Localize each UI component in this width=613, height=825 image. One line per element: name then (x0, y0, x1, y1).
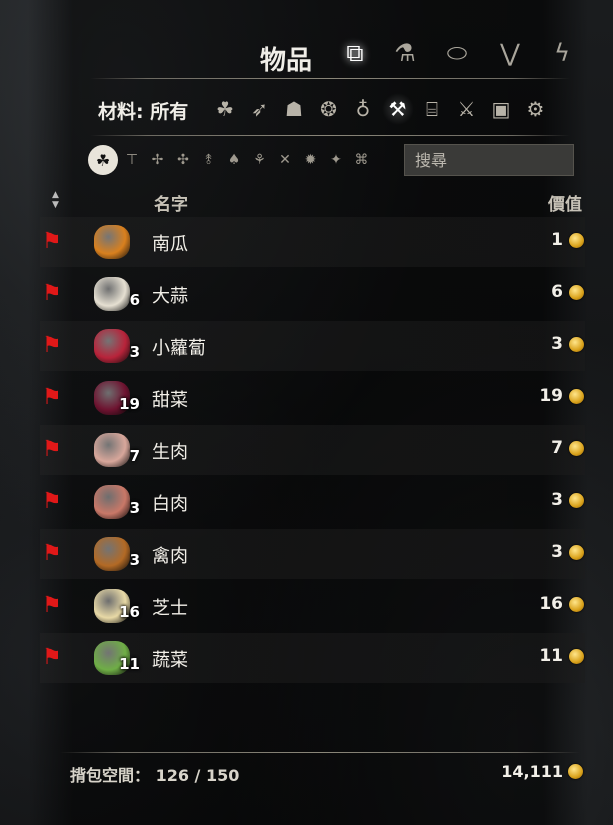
inventory-row[interactable]: ⚑ 11 蔬菜 11 (40, 633, 585, 683)
gold-coin-icon (568, 764, 583, 779)
inventory-row[interactable]: ⚑ 南瓜 1 (40, 217, 585, 267)
item-value: 1 (551, 230, 563, 250)
item-name: 南瓜 (152, 234, 188, 255)
herb-icon[interactable]: ✢ (146, 148, 170, 172)
category-title: 物品 (260, 46, 313, 76)
inventory-capacity: 揹包空間： 126 / 150 (70, 766, 240, 785)
blades-icon[interactable]: ⋁ (490, 33, 530, 73)
scroll-icon[interactable]: ⌸ (416, 93, 448, 125)
gold-coin-icon (569, 545, 584, 560)
item-value: 3 (551, 490, 563, 510)
divider (90, 135, 570, 136)
item-name: 小蘿蔔 (152, 338, 206, 359)
sort-toggle-icon[interactable]: ▲ ▼ (52, 190, 59, 210)
item-value: 11 (539, 646, 563, 666)
rope-icon[interactable]: ❂ (313, 93, 345, 125)
junk-icon[interactable]: ⌘ (350, 148, 374, 172)
crafting-hammer-icon[interactable]: ⚒ (381, 93, 414, 125)
item-quantity: 6 (129, 291, 140, 309)
red-tag-icon[interactable]: ⚑ (42, 281, 76, 307)
item-quantity: 11 (119, 655, 140, 673)
red-tag-icon[interactable]: ⚑ (42, 333, 76, 359)
red-tag-icon[interactable]: ⚑ (42, 645, 76, 671)
gold-coin-icon (569, 285, 584, 300)
column-header-value[interactable]: 價值 (548, 190, 582, 215)
torch-icon[interactable]: ⥉ (197, 148, 221, 172)
lightning-icon[interactable]: ϟ (542, 33, 582, 73)
gold-coin-icon (569, 389, 584, 404)
item-value: 3 (551, 542, 563, 562)
item-value: 16 (539, 594, 563, 614)
inventory-row[interactable]: ⚑ 6 大蒜 6 (40, 269, 585, 319)
gold-coin-icon (569, 597, 584, 612)
gem-icon[interactable]: ✹ (299, 148, 323, 172)
item-value: 6 (551, 282, 563, 302)
inventory-row[interactable]: ⚑ 7 生肉 7 (40, 425, 585, 475)
item-value: 7 (551, 438, 563, 458)
triquetra-icon[interactable]: ☘ (209, 93, 241, 125)
divider (90, 78, 570, 79)
item-quantity: 16 (119, 603, 140, 621)
cube-stack-icon[interactable]: ⧉ (335, 33, 375, 73)
potion-icon[interactable]: ♁ (347, 93, 379, 125)
all-materials-icon[interactable]: ☘ (88, 145, 118, 175)
item-name: 蔬菜 (152, 650, 188, 671)
item-name: 大蒜 (152, 286, 188, 307)
flask-icon[interactable]: ⚗ (385, 33, 425, 73)
bow-icon[interactable]: ➶ (244, 93, 276, 125)
inventory-row[interactable]: ⚑ 3 禽肉 3 (40, 529, 585, 579)
red-tag-icon[interactable]: ⚑ (42, 437, 76, 463)
pumpkin-icon (94, 225, 130, 259)
item-quantity: 3 (129, 551, 140, 569)
filter-label: 材料: 所有 (98, 101, 189, 123)
mushroom-icon[interactable]: ♠ (222, 148, 246, 172)
shield-icon[interactable]: ⬭ (437, 33, 477, 73)
flower-icon[interactable]: ⚘ (248, 148, 272, 172)
red-tag-icon[interactable]: ⚑ (42, 385, 76, 411)
item-quantity: 3 (129, 343, 140, 361)
item-value: 3 (551, 334, 563, 354)
divider (60, 752, 580, 753)
gold-coin-icon (569, 649, 584, 664)
red-tag-icon[interactable]: ⚑ (42, 541, 76, 567)
item-name: 禽肉 (152, 546, 188, 567)
sword-bone-icon[interactable]: ⚔ (451, 93, 483, 125)
search-input[interactable] (404, 144, 574, 176)
hood-icon[interactable]: ☗ (278, 93, 310, 125)
item-quantity: 3 (129, 499, 140, 517)
sparkle-icon[interactable]: ✦ (324, 148, 348, 172)
item-name: 芝士 (152, 598, 188, 619)
blocks-icon[interactable]: ▣ (485, 93, 517, 125)
item-name: 白肉 (152, 494, 188, 515)
anvil-icon[interactable]: ⊤ (120, 148, 144, 172)
gold-coin-icon (569, 493, 584, 508)
gold-coin-icon (569, 233, 584, 248)
gears-icon[interactable]: ⚙ (520, 93, 552, 125)
inventory-row[interactable]: ⚑ 19 甜菜 19 (40, 373, 585, 423)
crossed-tools-icon[interactable]: ✕ (273, 148, 297, 172)
gold-coin-icon (569, 441, 584, 456)
plant-icon[interactable]: ✣ (171, 148, 195, 172)
item-name: 生肉 (152, 442, 188, 463)
gold-total: 14,111 (501, 762, 563, 781)
inventory-row[interactable]: ⚑ 3 白肉 3 (40, 477, 585, 527)
red-tag-icon[interactable]: ⚑ (42, 489, 76, 515)
item-value: 19 (539, 386, 563, 406)
inventory-row[interactable]: ⚑ 3 小蘿蔔 3 (40, 321, 585, 371)
item-name: 甜菜 (152, 390, 188, 411)
gold-coin-icon (569, 337, 584, 352)
item-quantity: 7 (129, 447, 140, 465)
red-tag-icon[interactable]: ⚑ (42, 229, 76, 255)
item-quantity: 19 (119, 395, 140, 413)
inventory-row[interactable]: ⚑ 16 芝士 16 (40, 581, 585, 631)
column-header-name[interactable]: 名字 (154, 190, 188, 215)
red-tag-icon[interactable]: ⚑ (42, 593, 76, 619)
